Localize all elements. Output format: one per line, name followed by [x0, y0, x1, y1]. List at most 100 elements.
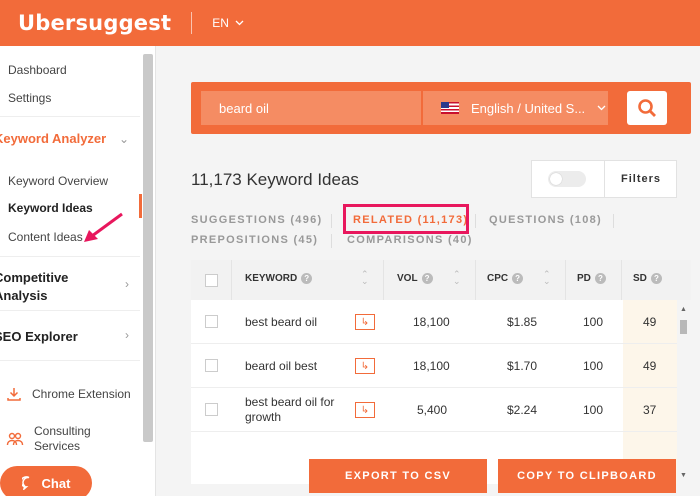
sd-cell: 49	[643, 359, 657, 373]
sidebar-item-keyword-overview[interactable]: Keyword Overview	[8, 174, 108, 188]
filters-toggle[interactable]	[548, 171, 586, 187]
sidebar-item-content-ideas[interactable]: Content Ideas	[8, 230, 83, 244]
table-row: best beard oil for growth ↳ 5,400 $2.24 …	[191, 388, 677, 432]
chevron-right-icon[interactable]: ›	[125, 328, 129, 342]
us-flag-icon	[441, 102, 459, 114]
competitive-line1: Competitive	[0, 270, 69, 285]
table-header: KEYWORD? ⌃ ⌄ VOL? ⌃ ⌄ CPC? ⌃ ⌄ PD? SD?	[191, 260, 691, 300]
column-pd-label: PD	[577, 273, 591, 284]
language-label: EN	[212, 16, 229, 30]
open-keyword-icon[interactable]: ↳	[355, 402, 375, 418]
column-sd[interactable]: SD?	[633, 273, 662, 284]
language-location-value: English / United S...	[471, 100, 586, 116]
pd-cell: 100	[583, 315, 604, 329]
sidebar-item-settings[interactable]: Settings	[8, 91, 51, 105]
row-checkbox[interactable]	[205, 315, 218, 328]
table-scrollbar[interactable]: ▲ ▼	[677, 300, 691, 484]
chevron-down-icon	[597, 105, 606, 111]
keyword-table: KEYWORD? ⌃ ⌄ VOL? ⌃ ⌄ CPC? ⌃ ⌄ PD? SD? best…	[191, 260, 691, 484]
table-row: best beard oil ↳ 18,100 $1.85 100 49	[191, 300, 677, 344]
scroll-up-icon[interactable]: ▲	[680, 306, 687, 313]
chrome-extension-label: Chrome Extension	[32, 387, 131, 401]
tab-prepositions[interactable]: PREPOSITIONS (45)	[191, 234, 318, 246]
cpc-cell: $2.24	[507, 403, 538, 417]
consulting-line1: Consulting	[34, 424, 91, 438]
info-icon[interactable]: ?	[594, 273, 606, 284]
sort-icon[interactable]: ⌃ ⌄	[543, 270, 551, 286]
search-icon	[638, 99, 656, 117]
chat-label: Chat	[41, 475, 71, 491]
logo[interactable]: Ubersuggest	[18, 11, 171, 35]
tab-suggestions[interactable]: SUGGESTIONS (496)	[191, 214, 323, 226]
filters-divider	[604, 160, 605, 198]
column-divider	[475, 260, 476, 300]
table-row: beard oil best ↳ 18,100 $1.70 100 49	[191, 344, 677, 388]
cpc-cell: $1.70	[507, 359, 538, 373]
sort-icon[interactable]: ⌃ ⌄	[453, 270, 461, 286]
info-icon[interactable]: ?	[512, 273, 524, 284]
chevron-down-icon[interactable]: ⌄	[119, 132, 129, 146]
open-keyword-icon[interactable]: ↳	[355, 314, 375, 330]
sidebar-divider	[0, 360, 140, 361]
search-button[interactable]	[627, 91, 667, 125]
sort-icon[interactable]: ⌃ ⌄	[361, 270, 369, 286]
info-icon[interactable]: ?	[421, 273, 433, 284]
search-input[interactable]	[201, 91, 421, 125]
cpc-cell: $1.85	[507, 315, 538, 329]
vol-cell: 18,100	[413, 359, 450, 373]
info-icon[interactable]: ?	[301, 273, 313, 284]
column-pd[interactable]: PD?	[577, 273, 606, 284]
tab-questions[interactable]: QUESTIONS (108)	[489, 214, 602, 226]
annotation-arrow-icon	[84, 212, 123, 242]
row-checkbox[interactable]	[205, 359, 218, 372]
column-keyword-label: KEYWORD	[245, 273, 298, 284]
open-keyword-icon[interactable]: ↳	[355, 358, 375, 374]
consulting-line2: Services	[34, 439, 81, 453]
keyword-cell[interactable]: best beard oil	[245, 315, 355, 330]
language-selector[interactable]: EN	[212, 16, 244, 30]
chat-button[interactable]: Chat	[0, 466, 92, 496]
sidebar-item-consulting-services[interactable]: Consulting Services	[6, 424, 91, 454]
row-checkbox[interactable]	[205, 403, 218, 416]
column-cpc[interactable]: CPC?	[487, 273, 524, 284]
scrollbar-thumb[interactable]	[680, 320, 687, 334]
sidebar-scrollbar[interactable]	[143, 54, 153, 442]
pd-cell: 100	[583, 359, 604, 373]
sidebar: Dashboard Settings Keyword Analyzer ⌄ Ke…	[0, 46, 156, 496]
column-divider	[231, 260, 232, 300]
keyword-cell[interactable]: best beard oil for growth	[245, 395, 355, 425]
column-divider	[383, 260, 384, 300]
tab-divider	[331, 214, 332, 228]
sd-cell: 49	[643, 315, 657, 329]
sidebar-divider	[0, 310, 140, 311]
language-location-select[interactable]: English / United S...	[423, 91, 608, 125]
tab-divider	[613, 214, 614, 228]
sidebar-divider	[0, 116, 140, 117]
sidebar-section-seo-explorer[interactable]: SEO Explorer	[0, 329, 78, 344]
active-indicator	[139, 194, 142, 218]
search-bar: English / United S...	[191, 82, 691, 134]
tab-comparisons[interactable]: COMPARISONS (40)	[347, 234, 473, 246]
tab-divider	[331, 234, 332, 248]
header-divider	[191, 12, 193, 34]
select-all-checkbox[interactable]	[205, 274, 218, 287]
chat-bubble-icon	[21, 476, 29, 490]
scroll-down-icon[interactable]: ▼	[680, 472, 687, 479]
keyword-cell[interactable]: beard oil best	[245, 359, 355, 374]
people-icon	[6, 432, 24, 446]
column-vol[interactable]: VOL?	[397, 273, 433, 284]
export-to-csv-button[interactable]: EXPORT TO CSV	[309, 459, 487, 493]
sidebar-item-chrome-extension[interactable]: Chrome Extension	[6, 386, 131, 402]
info-icon[interactable]: ?	[650, 273, 662, 284]
sidebar-section-keyword-analyzer[interactable]: Keyword Analyzer	[0, 131, 106, 146]
sidebar-section-competitive-analysis[interactable]: Competitive Analysis	[0, 269, 68, 305]
column-vol-label: VOL	[397, 273, 418, 284]
annotation-highlight-box	[343, 204, 469, 234]
filters-button[interactable]: Filters	[621, 173, 661, 185]
chevron-right-icon[interactable]: ›	[125, 277, 129, 291]
filters-panel: Filters	[531, 160, 677, 198]
sidebar-item-dashboard[interactable]: Dashboard	[8, 63, 67, 77]
copy-to-clipboard-button[interactable]: COPY TO CLIPBOARD	[498, 459, 676, 493]
column-keyword[interactable]: KEYWORD?	[245, 273, 313, 284]
competitive-line2: Analysis	[0, 288, 48, 303]
